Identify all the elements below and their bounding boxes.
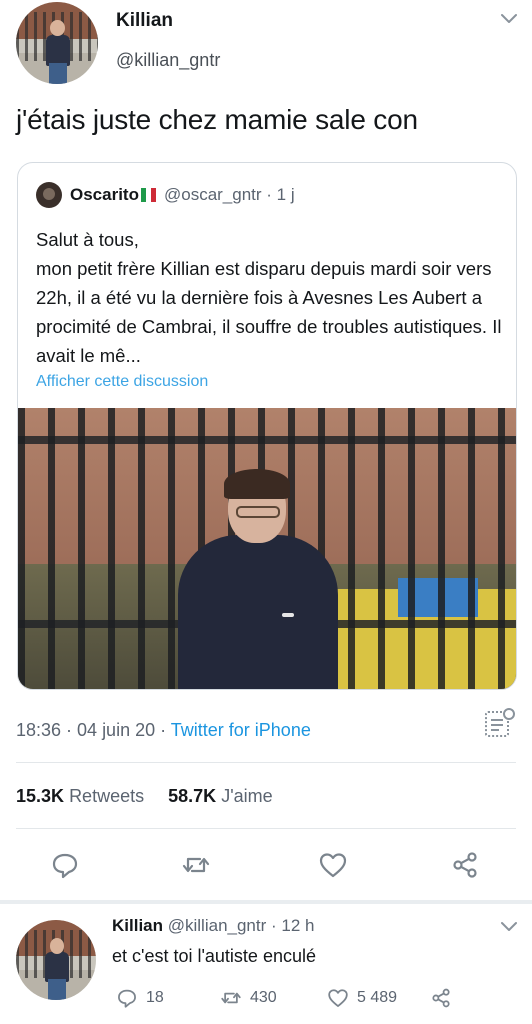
chevron-down-icon[interactable]	[500, 920, 518, 934]
like-icon[interactable]	[318, 850, 348, 880]
likes-count[interactable]: 58.7K	[168, 786, 216, 806]
divider	[16, 762, 516, 763]
chevron-down-icon[interactable]	[500, 12, 518, 26]
show-thread-link[interactable]: Afficher cette discussion	[36, 373, 208, 391]
quoted-tweet-header: Oscarito @oscar_gntr · 1 j	[36, 182, 295, 208]
reply-tweet[interactable]: Killian @killian_gntr · 12 h et c'est to…	[0, 904, 532, 1024]
tweet-photo[interactable]	[18, 408, 516, 689]
avatar[interactable]	[16, 920, 96, 1000]
reply-count: 18	[146, 989, 164, 1006]
reply-icon	[118, 989, 136, 1008]
reply-text: et c'est toi l'autiste enculé	[112, 946, 316, 966]
quoted-tweet-card[interactable]: Oscarito @oscar_gntr · 1 j Salut à tous,…	[17, 162, 517, 690]
italy-flag-icon	[140, 188, 156, 202]
tweet-source-link[interactable]: Twitter for iPhone	[171, 720, 311, 740]
analytics-icon[interactable]	[482, 706, 516, 740]
tweet-text: j'étais juste chez mamie sale con	[16, 104, 418, 135]
divider	[16, 828, 516, 829]
reply-author-name[interactable]: Killian	[112, 916, 163, 935]
reply-icon[interactable]	[50, 850, 80, 880]
likes-label[interactable]: J'aime	[221, 786, 272, 806]
reply-meta: @killian_gntr · 12 h	[167, 916, 315, 935]
retweet-icon	[221, 992, 241, 1004]
tweet-header: Killian @killian_gntr	[0, 0, 532, 96]
reply-like-button[interactable]: 5 489	[327, 986, 397, 1010]
quoted-avatar[interactable]	[36, 182, 62, 208]
avatar[interactable]	[16, 2, 98, 84]
reply-header: Killian @killian_gntr · 12 h	[112, 916, 314, 936]
retweets-count[interactable]: 15.3K	[16, 786, 64, 806]
quoted-author-handle: @oscar_gntr · 1 j	[163, 185, 295, 204]
like-icon	[328, 989, 348, 1007]
like-count: 5 489	[357, 989, 398, 1006]
share-icon[interactable]	[450, 850, 480, 880]
tweet-action-bar	[0, 840, 532, 890]
retweets-label[interactable]: Retweets	[69, 786, 144, 806]
reply-reply-button[interactable]: 18	[116, 986, 164, 1010]
reply-share-button[interactable]	[430, 986, 460, 1010]
quoted-author-name: Oscarito	[70, 185, 139, 204]
retweet-icon[interactable]	[181, 850, 211, 880]
reply-action-bar: 18 430 5 489	[112, 986, 522, 1010]
author-handle[interactable]: @killian_gntr	[116, 50, 220, 71]
retweet-count: 430	[250, 989, 277, 1006]
author-name[interactable]: Killian	[116, 10, 173, 32]
share-icon	[432, 988, 450, 1008]
reply-retweet-button[interactable]: 430	[220, 986, 277, 1010]
tweet-timestamp: 18:36 · 04 juin 20 · Twitter for iPhone	[16, 720, 311, 740]
tweet-stats: 15.3K Retweets 58.7K J'aime	[16, 786, 273, 807]
quoted-tweet-text: Salut à tous, mon petit frère Killian es…	[36, 229, 502, 366]
